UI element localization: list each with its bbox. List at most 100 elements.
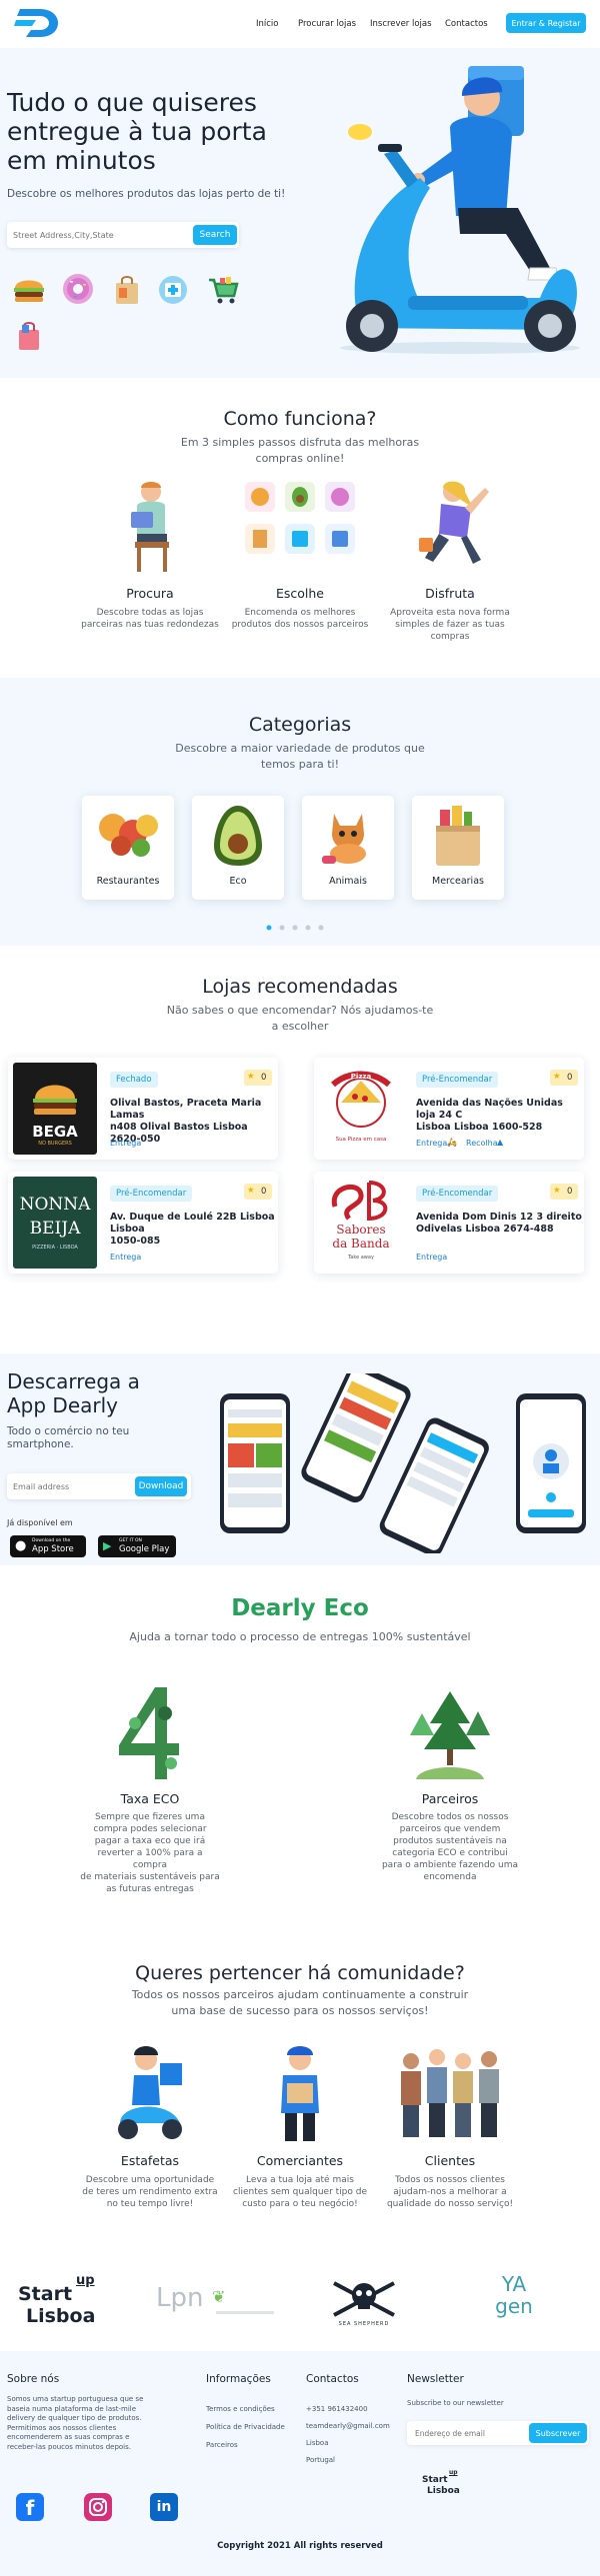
category-label: Mercearias — [432, 876, 484, 887]
app-store-badge[interactable]: ● Download on the App Store — [10, 1535, 86, 1557]
merchant-illustration — [265, 2043, 335, 2143]
partners-strip: Start up Lisboa Lpn ❦ SEA SHEPHERD YA ge… — [0, 2255, 600, 2351]
nav-link-inscrever-lojas[interactable]: Inscrever lojas — [370, 19, 432, 29]
grocery-bag-icon — [430, 802, 486, 868]
gift-bag-icon[interactable] — [14, 320, 44, 352]
lpn-logo[interactable]: Lpn ❦ — [156, 2283, 276, 2323]
avocado-icon — [208, 802, 268, 868]
category-card-mercearias[interactable]: Mercearias — [412, 796, 504, 900]
footer-startup-lisboa-logo: Start up Lisboa — [422, 2469, 460, 2496]
cat-icon — [316, 804, 380, 868]
instagram-icon[interactable] — [84, 2493, 112, 2521]
facebook-icon[interactable]: f — [16, 2493, 44, 2521]
shopping-cart-icon[interactable] — [206, 274, 240, 306]
community-estafetas: Estafetas Descobre uma oportunidade de t… — [80, 2043, 220, 2243]
newsletter-text: Subscribe to our newsletter — [407, 2399, 504, 2407]
hero-search-bar: Search — [7, 222, 239, 248]
store-address: Avenida Dom Dinis 12 3 direito Odivelas … — [416, 1212, 582, 1235]
star-icon: ★ — [247, 1186, 255, 1196]
star-icon: ★ — [247, 1072, 255, 1082]
yagen-logo[interactable]: YA gen — [484, 2273, 544, 2333]
categories-section: Categorias Descobre a maior variedade de… — [0, 678, 600, 946]
category-label: Restaurantes — [96, 876, 160, 887]
store-card-sabores-da-banda[interactable]: Sabores da Banda Take away Pré-Encomenda… — [314, 1172, 584, 1274]
community-comerciantes: Comerciantes Leva a tua loja até mais cl… — [230, 2043, 370, 2243]
store-card-nonna-beija[interactable]: NONNA BEIJA PIZZERIA · LISBOA Pré-Encome… — [8, 1172, 278, 1274]
store-logo-sabores-da-banda: Sabores da Banda Take away — [319, 1177, 403, 1269]
status-badge: Pré-Encomendar — [416, 1186, 499, 1202]
app-email-input[interactable] — [13, 1478, 131, 1494]
eco-parceiros-title: Parceiros — [421, 1791, 479, 1806]
footer: Sobre nós Somos uma startup portuguesa q… — [0, 2351, 600, 2576]
store-logo-nonna-beija: NONNA BEIJA PIZZERIA · LISBOA — [13, 1177, 97, 1269]
google-play-badge[interactable]: ▶ GET IT ON Google Play — [98, 1535, 176, 1557]
login-register-button[interactable]: Entrar & Registar — [506, 13, 586, 33]
store-icon: ▲ — [497, 1138, 504, 1147]
contact-country: Portugal — [306, 2456, 335, 2464]
eco-taxa-title: Taxa ECO — [120, 1791, 180, 1806]
step-procura: Procura Descobre todas as lojas parceira… — [80, 478, 220, 678]
eco-parceiros-text: Descobre todos os nossos parceiros que v… — [381, 1812, 519, 1882]
eco-title: Dearly Eco — [231, 1595, 369, 1621]
community-title: Queres pertencer há comunidade? — [135, 1962, 465, 1984]
medical-kit-icon[interactable] — [156, 274, 190, 306]
subscribe-button[interactable]: Subscrever — [529, 2423, 587, 2443]
link-partners[interactable]: Parceiros — [206, 2441, 238, 2449]
step-procura-text: Descobre todas as lojas parceiras nas tu… — [81, 608, 219, 630]
status-badge: Pré-Encomendar — [110, 1186, 193, 1202]
nav-link-inicio[interactable]: Início — [256, 19, 279, 29]
dearly-eco-section: Dearly Eco Ajuda a tornar todo o process… — [0, 1565, 600, 1945]
linkedin-icon[interactable]: in — [150, 2493, 178, 2521]
category-card-animais[interactable]: Animais — [302, 796, 394, 900]
eco-taxa: Taxa ECO Sempre que fizeres uma compra p… — [80, 1683, 220, 1913]
contact-city: Lisboa — [306, 2439, 329, 2447]
contacts-title: Contactos — [306, 2373, 359, 2385]
categories-subtitle: Descobre a maior variedade de produtos q… — [175, 742, 425, 771]
category-card-restaurantes[interactable]: Restaurantes — [82, 796, 174, 900]
donut-icon[interactable] — [60, 271, 96, 307]
link-privacy[interactable]: Política de Privacidade — [206, 2423, 285, 2431]
step-procura-title: Procura — [126, 586, 174, 601]
community-clientes: Clientes Todos os nossos clientes ajudam… — [380, 2043, 520, 2243]
step-disfruta-title: Disfruta — [425, 586, 475, 601]
startup-lisboa-logo[interactable]: Start up Lisboa — [18, 2273, 110, 2329]
sea-shepherd-logo[interactable]: SEA SHEPHERD — [326, 2275, 402, 2333]
delivery-scooter-illustration — [300, 58, 590, 358]
search-button[interactable]: Search — [193, 225, 237, 245]
newsletter-title: Newsletter — [407, 2373, 464, 2385]
play-icon: ▶ — [103, 1539, 112, 1552]
categories-title: Categorias — [248, 714, 352, 736]
store-card-pizza[interactable]: Pizza Sua Pizza em casa Pré-Encomendar ★… — [314, 1058, 584, 1160]
app-subtitle: Todo o comércio no teu smartphone. — [7, 1425, 130, 1450]
shopping-bag-icon[interactable] — [112, 274, 142, 306]
step-escolhe-text: Encomenda os melhores produtos dos nosso… — [231, 608, 369, 630]
status-badge: Fechado — [110, 1072, 158, 1088]
person-reading-illustration — [115, 478, 185, 574]
customers-group-illustration — [395, 2047, 505, 2139]
community-section: Queres pertencer há comunidade? Todos os… — [0, 1945, 600, 2255]
carousel-dots — [266, 925, 336, 931]
delivery-tag: Entrega — [110, 1253, 142, 1262]
how-subtitle: Em 3 simples passos disfruta das melhora… — [180, 436, 420, 465]
phones-illustration — [216, 1373, 592, 1553]
plants-illustration — [410, 1683, 490, 1783]
contact-email[interactable]: teamdearly@gmail.com — [306, 2422, 390, 2430]
dearly-logo[interactable] — [14, 7, 60, 39]
category-card-eco[interactable]: Eco — [192, 796, 284, 900]
app-email-bar: Download — [7, 1473, 191, 1499]
link-terms[interactable]: Termos e condições — [206, 2405, 275, 2413]
newsletter-email-input[interactable] — [415, 2425, 525, 2441]
contact-phone[interactable]: +351 961432400 — [306, 2405, 368, 2413]
store-card-bega[interactable]: BEGA NO BURGERS Fechado ★ 0 Olival Basto… — [8, 1058, 278, 1160]
nav-link-procurar-lojas[interactable]: Procurar lojas — [298, 19, 356, 29]
app-download-button[interactable]: Download — [135, 1476, 187, 1496]
info-title: Informações — [206, 2373, 271, 2385]
stores-title: Lojas recomendadas — [202, 976, 398, 998]
star-icon: ★ — [553, 1072, 561, 1082]
address-search-input[interactable] — [13, 227, 183, 243]
eco-subtitle: Ajuda a tornar todo o processo de entreg… — [129, 1630, 471, 1643]
nav-link-contactos[interactable]: Contactos — [445, 19, 488, 29]
burger-icon[interactable] — [12, 273, 46, 307]
available-label: Já disponível em — [7, 1518, 73, 1527]
delivery-tag: Entrega — [110, 1139, 142, 1148]
